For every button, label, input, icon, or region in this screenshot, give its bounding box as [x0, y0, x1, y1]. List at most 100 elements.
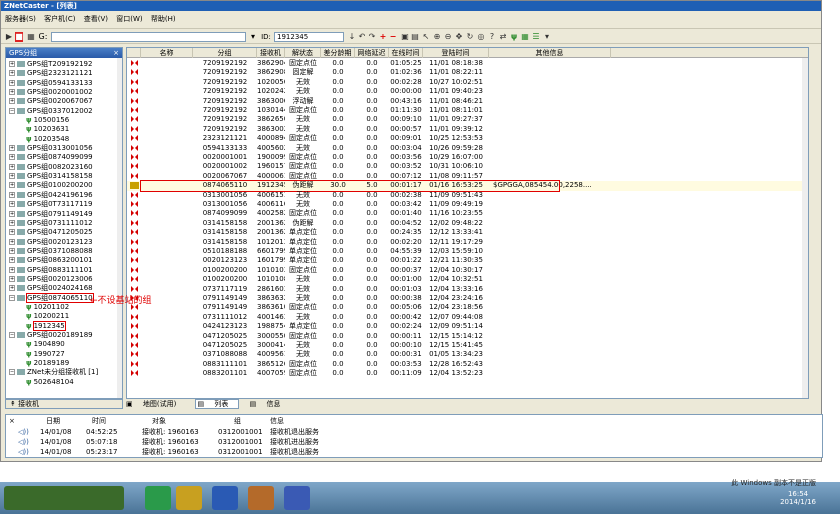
table-row[interactable]: 7209192192 3863002 无效 0.0 0.0 00:00:57 11/01 0… [127, 125, 808, 134]
table-row[interactable]: 0731111012 4001463 无效 0.0 0.0 00:00:42 12/07 0… [127, 313, 808, 322]
table-row[interactable]: 0100200200 10101030 固定点位 0.0 0.0 00:00:37 12/0… [127, 266, 808, 275]
expand-icon[interactable]: + [9, 257, 15, 264]
expand-icon[interactable]: + [9, 285, 15, 292]
tree-group[interactable]: − GPS组0337012002 [6, 107, 122, 116]
close-icon[interactable]: × [113, 48, 119, 58]
tab-info[interactable]: ▤ 信息 [250, 400, 289, 408]
tree-group[interactable]: + GPS组0594133133 [6, 79, 122, 88]
menu-client[interactable]: 客户机(C) [44, 15, 75, 23]
tree-group[interactable]: + GPS组0471205025 [6, 228, 122, 237]
table-row[interactable]: 7209192192 10202428 无效 0.0 0.0 00:00:00 11/01 … [127, 87, 808, 96]
expand-icon[interactable]: + [9, 191, 15, 198]
tree-station[interactable]: ψ 10203548 [6, 135, 122, 144]
tree-group[interactable]: + GPS组0020123123 [6, 238, 122, 247]
table-row[interactable]: 0371088088 4009561 无效 0.0 0.0 00:00:31 01/05 1… [127, 350, 808, 359]
column-header[interactable] [127, 48, 141, 58]
group-select[interactable] [51, 32, 246, 42]
table-row[interactable]: 0510188188 6601799 单点定位 0.0 0.0 04:55:39 12/03… [127, 247, 808, 256]
table-row[interactable]: 7209192192 10200568 无效 0.0 0.0 00:02:28 10/27 … [127, 78, 808, 87]
scrollbar[interactable] [802, 58, 808, 398]
table-row[interactable]: 0791149149 3863632 无效 0.0 0.0 00:00:38 12/04 2… [127, 294, 808, 303]
expand-icon[interactable]: + [9, 247, 15, 254]
start-button[interactable] [4, 486, 124, 510]
tree-group[interactable]: + GPS组2323121121 [6, 69, 122, 78]
tab-receivers[interactable]: ↟ 接收机 [5, 399, 123, 409]
table-row[interactable]: 0313001056 4006116 无效 0.0 0.0 00:03:42 11/09 0… [127, 200, 808, 209]
expand-icon[interactable]: + [9, 89, 15, 96]
table-row[interactable]: 7209192192 3863006 浮动解 0.0 0.0 00:43:16 11/01 … [127, 97, 808, 106]
table-row[interactable]: 0020001002 1960157 固定点位 0.0 0.0 00:03:52 10/31… [127, 162, 808, 171]
tree-group[interactable]: + GPS组0863200101 [6, 256, 122, 265]
print-icon[interactable]: ▤ [411, 32, 419, 42]
column-header[interactable]: 接收机 [257, 48, 285, 58]
table-row[interactable]: 7209192192 3862908 固定解 0.0 0.0 01:02:36 11/01 … [127, 68, 808, 77]
expand-icon[interactable]: + [9, 275, 15, 282]
save-icon[interactable]: ▣ [401, 32, 409, 42]
scrollbar[interactable] [117, 58, 122, 398]
tree-group[interactable]: + GPS组0020001002 [6, 88, 122, 97]
table-row[interactable]: 0883111101 3865126 固定点位 0.0 0.0 00:03:53 12/28… [127, 360, 808, 369]
table-row[interactable]: 0737117119 2861603 无效 0.0 0.0 00:01:03 12/04 1… [127, 285, 808, 294]
expand-icon[interactable]: + [9, 201, 15, 208]
expand-icon[interactable]: − [9, 331, 15, 338]
folder-icon[interactable] [248, 486, 274, 510]
column-header[interactable]: 解状态 [285, 48, 321, 58]
tree-group[interactable]: + GPS组0424196196 [6, 191, 122, 200]
more-icon[interactable]: ▾ [543, 32, 551, 42]
table-row[interactable]: 0020067067 4000061 固定点位 0.0 0.0 00:07:12 11/08… [127, 172, 808, 181]
target-icon[interactable]: ◎ [477, 32, 485, 42]
tree-station[interactable]: ψ 1990727 [6, 350, 122, 359]
star-icon[interactable] [176, 486, 202, 510]
tree-group[interactable]: + GPS组0371088088 [6, 247, 122, 256]
expand-icon[interactable]: − [9, 107, 15, 114]
log-column-header[interactable]: 时间 [92, 417, 106, 426]
menu-server[interactable]: 服务器(S) [5, 15, 36, 23]
expand-icon[interactable]: − [9, 294, 15, 301]
log-row[interactable]: ◁)) 14/01/08 05:23:17 接收机: 1960163 031200100… [6, 448, 822, 457]
tree-group[interactable]: + GPS组0020067067 [6, 97, 122, 106]
tree-group[interactable]: + GPS组T209192192 [6, 60, 122, 69]
log-column-header[interactable]: 信息 [270, 417, 284, 426]
menu-window[interactable]: 窗口(W) [116, 15, 142, 23]
expand-icon[interactable]: + [9, 154, 15, 161]
table-row[interactable]: 0874099099 4002582 固定点位 0.0 0.0 00:01:40 11/16… [127, 209, 808, 218]
undo-icon[interactable]: ↶ [358, 32, 366, 42]
log-column-header[interactable]: 组 [234, 417, 241, 426]
menu-help[interactable]: 帮助(H) [151, 15, 176, 23]
column-header[interactable]: 名称 [141, 48, 193, 58]
help-icon[interactable]: ? [488, 32, 496, 42]
pan-icon[interactable]: ✥ [455, 32, 463, 42]
tree-group[interactable]: + GPS组0020123006 [6, 275, 122, 284]
table-row[interactable]: 0020001001 1900099 固定点位 0.0 0.0 00:03:56 10/29… [127, 153, 808, 162]
table-row[interactable]: 0883201101 4007059 固定点位 0.0 0.0 00:11:09 12/04… [127, 369, 808, 378]
list-icon[interactable]: ☰ [532, 32, 540, 42]
remove-icon[interactable]: − [389, 32, 397, 42]
tree-group[interactable]: − GPS组0020189189 [6, 331, 122, 340]
expand-icon[interactable]: + [9, 266, 15, 273]
tree-group[interactable]: + GPS组0874099099 [6, 153, 122, 162]
expand-icon[interactable]: + [9, 210, 15, 217]
add-icon[interactable]: + [379, 32, 387, 42]
table-row[interactable]: 0100200200 10101080 无效 0.0 0.0 00:01:00 12/04 … [127, 275, 808, 284]
expand-icon[interactable]: + [9, 163, 15, 170]
arrows-icon[interactable]: ⇄ [499, 32, 507, 42]
browser-icon[interactable] [145, 486, 171, 510]
table-row[interactable]: 2323121121 4000894 固定点位 0.0 0.0 00:09:01 10/25… [127, 134, 808, 143]
log-row[interactable]: ◁)) 14/01/08 05:07:18 接收机: 1960163 031200100… [6, 438, 822, 447]
redo-icon[interactable]: ↷ [368, 32, 376, 42]
id-input[interactable]: 1912345 [274, 32, 344, 42]
expand-icon[interactable]: + [9, 238, 15, 245]
column-header[interactable]: 差分龄期 [321, 48, 355, 58]
menu-view[interactable]: 查看(V) [84, 15, 108, 23]
log-row[interactable]: ◁)) 14/01/08 04:52:25 接收机: 1960163 031200100… [6, 428, 822, 437]
tree-station[interactable]: ψ 10500156 [6, 116, 122, 125]
table-row[interactable]: 08740651101912345伪距解30.05.000:01:1701/16… [127, 180, 808, 192]
expand-icon[interactable]: + [9, 219, 15, 226]
play-icon[interactable]: ▶ [5, 32, 13, 42]
column-header[interactable]: 网络延迟 [355, 48, 389, 58]
table-row[interactable]: 0471205025 3000414 无效 0.0 0.0 00:00:10 12/15 1… [127, 341, 808, 350]
table-row[interactable]: 0314158158 20013621 单点定位 0.0 0.0 00:24:35 12/1… [127, 228, 808, 237]
refresh-icon[interactable]: ↻ [466, 32, 474, 42]
table-row[interactable]: 0424123123 1988754 单点定位 0.0 0.0 00:02:24 12/09… [127, 322, 808, 331]
column-header[interactable]: 分组 [193, 48, 257, 58]
